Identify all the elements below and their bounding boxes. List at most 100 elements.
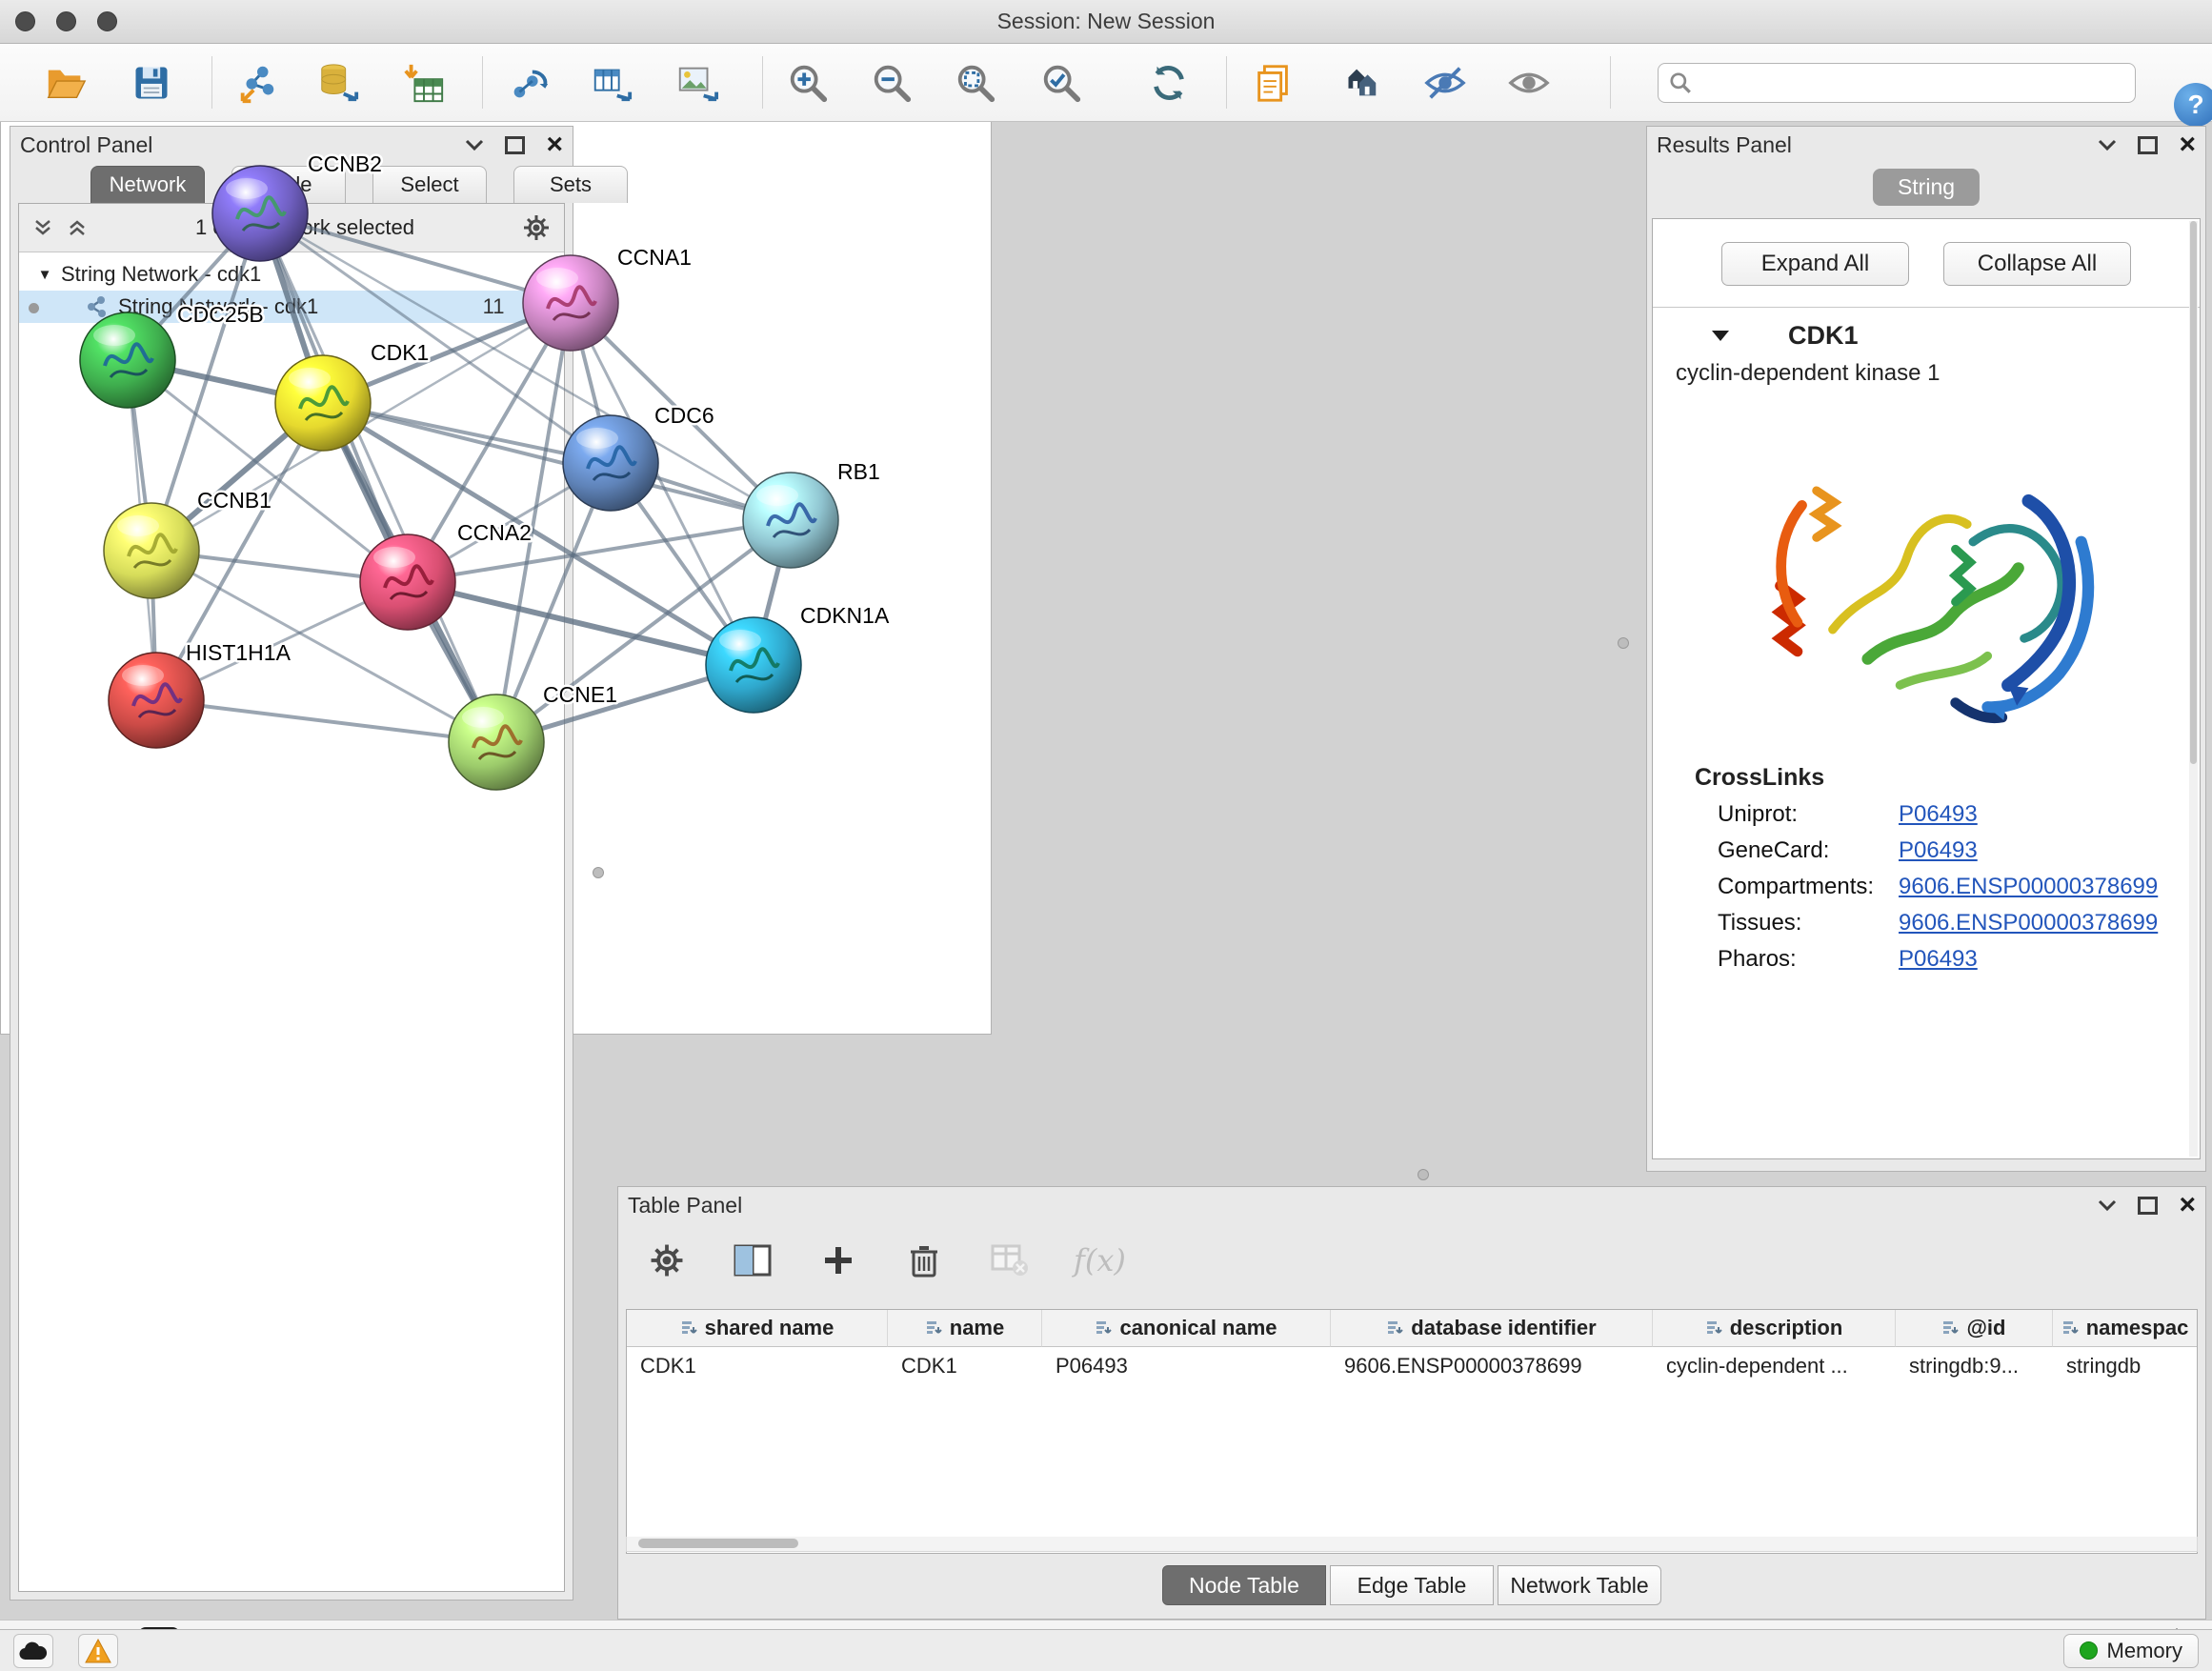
delete-table-icon[interactable] bbox=[988, 1238, 1032, 1282]
protein-section-expander-icon[interactable] bbox=[1710, 329, 1731, 344]
hide-selected-eye-slash-icon[interactable] bbox=[1418, 55, 1473, 111]
expand-all-button[interactable]: Expand All bbox=[1721, 242, 1909, 286]
node-table: shared name name canonical name database… bbox=[626, 1309, 2198, 1554]
column-header[interactable]: description bbox=[1653, 1310, 1896, 1347]
column-header[interactable]: shared name bbox=[627, 1310, 888, 1347]
search-input[interactable] bbox=[1700, 70, 2125, 96]
crosslink-link[interactable]: P06493 bbox=[1899, 837, 1978, 864]
crosslink-row: Pharos: P06493 bbox=[1653, 936, 2200, 973]
table-horizontal-scrollbar[interactable] bbox=[626, 1537, 2198, 1552]
crosslink-label: Pharos: bbox=[1718, 946, 1899, 973]
network-node-cdk1[interactable] bbox=[275, 355, 371, 451]
tab-network-table[interactable]: Network Table bbox=[1498, 1565, 1661, 1605]
help-icon[interactable]: ? bbox=[2174, 83, 2212, 127]
network-node-label: CCNA1 bbox=[617, 245, 692, 270]
network-node-ccnb1[interactable] bbox=[104, 503, 199, 598]
network-node-hist1h1a[interactable] bbox=[109, 653, 204, 748]
warning-icon[interactable] bbox=[78, 1634, 118, 1668]
table-cell[interactable]: P06493 bbox=[1042, 1347, 1331, 1385]
search-box[interactable] bbox=[1658, 63, 2136, 103]
table-cell[interactable]: CDK1 bbox=[888, 1347, 1042, 1385]
network-node-ccnb2[interactable] bbox=[212, 166, 308, 261]
network-node-label: HIST1H1A bbox=[186, 640, 292, 665]
sort-column-icon bbox=[2061, 1319, 2079, 1337]
column-header[interactable]: @id bbox=[1896, 1310, 2053, 1347]
table-panel-title: Table Panel bbox=[628, 1193, 742, 1218]
memory-status-dot bbox=[2080, 1641, 2098, 1660]
network-edge[interactable] bbox=[323, 403, 791, 520]
panel-menu-chevron-icon[interactable] bbox=[2098, 1198, 2117, 1212]
column-header[interactable]: canonical name bbox=[1042, 1310, 1331, 1347]
network-edge[interactable] bbox=[260, 213, 496, 742]
cloud-icon[interactable] bbox=[13, 1634, 53, 1668]
network-node-cdc6[interactable] bbox=[563, 415, 658, 511]
network-node-ccna1[interactable] bbox=[523, 255, 618, 351]
refresh-icon[interactable] bbox=[1141, 55, 1196, 111]
results-panel: Results Panel × String Expand All Collap… bbox=[1646, 126, 2206, 1172]
app-window: Session: New Session bbox=[0, 0, 2212, 1671]
network-node-ccne1[interactable] bbox=[449, 695, 544, 790]
vertical-splitter-handle[interactable] bbox=[593, 867, 604, 878]
network-node-rb1[interactable] bbox=[743, 473, 838, 568]
crosslink-link[interactable]: 9606.ENSP00000378699 bbox=[1899, 910, 2158, 936]
documents-icon[interactable] bbox=[1246, 55, 1301, 111]
table-cell[interactable]: stringdb bbox=[2053, 1347, 2197, 1385]
crosslink-link[interactable]: P06493 bbox=[1899, 946, 1978, 973]
tab-node-table[interactable]: Node Table bbox=[1162, 1565, 1326, 1605]
column-header[interactable]: name bbox=[888, 1310, 1042, 1347]
float-panel-icon[interactable] bbox=[2138, 1197, 2158, 1215]
minimize-window-button[interactable] bbox=[56, 11, 76, 31]
sort-column-icon bbox=[1386, 1319, 1403, 1337]
network-node-cdkn1a[interactable] bbox=[706, 617, 801, 713]
show-column-icon[interactable] bbox=[731, 1238, 774, 1282]
close-panel-icon[interactable]: × bbox=[2179, 1191, 2196, 1219]
network-node-label: CCNA2 bbox=[457, 520, 532, 545]
network-edge[interactable] bbox=[156, 700, 496, 742]
crosslink-link[interactable]: P06493 bbox=[1899, 801, 1978, 828]
float-panel-icon[interactable] bbox=[2138, 136, 2158, 154]
function-builder-fx-icon[interactable]: f(x) bbox=[1074, 1242, 1126, 1278]
string-results-tab[interactable]: String bbox=[1873, 169, 1980, 206]
protein-name: CDK1 bbox=[1788, 321, 1859, 351]
network-node-label: CDK1 bbox=[371, 340, 429, 365]
network-node-label: CCNE1 bbox=[543, 682, 617, 707]
status-bar: Memory bbox=[0, 1629, 2212, 1671]
vertical-splitter-handle[interactable] bbox=[1618, 637, 1629, 649]
memory-button[interactable]: Memory bbox=[2063, 1634, 2199, 1668]
network-node-label: CDC6 bbox=[654, 403, 714, 428]
horizontal-splitter-handle[interactable] bbox=[1418, 1169, 1429, 1180]
panel-menu-chevron-icon[interactable] bbox=[2098, 138, 2117, 151]
crosslink-link[interactable]: 9606.ENSP00000378699 bbox=[1899, 874, 2158, 900]
table-cell[interactable]: cyclin-dependent ... bbox=[1653, 1347, 1896, 1385]
table-cell[interactable]: 9606.ENSP00000378699 bbox=[1331, 1347, 1653, 1385]
results-scrollbar[interactable] bbox=[2189, 221, 2198, 1157]
crosslink-label: Tissues: bbox=[1718, 910, 1899, 936]
sort-column-icon bbox=[1095, 1319, 1112, 1337]
search-icon bbox=[1668, 70, 1693, 95]
table-cell[interactable]: stringdb:9... bbox=[1896, 1347, 2053, 1385]
home-icon[interactable] bbox=[1332, 55, 1387, 111]
delete-column-trash-icon[interactable] bbox=[902, 1238, 946, 1282]
network-edge[interactable] bbox=[260, 213, 571, 303]
network-canvas[interactable]: CCNB2CCNA1CDC25BCDK1CDC6RB1CCNB1CCNA2CDK… bbox=[0, 0, 990, 981]
create-column-plus-icon[interactable] bbox=[816, 1238, 860, 1282]
network-node-label: CCNB1 bbox=[197, 488, 271, 513]
collapse-all-button[interactable]: Collapse All bbox=[1943, 242, 2131, 286]
table-options-gear-icon[interactable] bbox=[645, 1238, 689, 1282]
column-header[interactable]: database identifier bbox=[1331, 1310, 1653, 1347]
network-view-panel: CCNB2CCNA1CDC25BCDK1CDC6RB1CCNB1CCNA2CDK… bbox=[0, 0, 992, 1035]
table-cell[interactable]: CDK1 bbox=[627, 1347, 888, 1385]
column-header[interactable]: namespac bbox=[2053, 1310, 2197, 1347]
close-panel-icon[interactable]: × bbox=[2179, 131, 2196, 159]
crosslink-row: Uniprot: P06493 bbox=[1653, 792, 2200, 828]
network-node-ccna2[interactable] bbox=[360, 534, 455, 630]
tab-edge-table[interactable]: Edge Table bbox=[1330, 1565, 1494, 1605]
protein-description: cyclin-dependent kinase 1 bbox=[1653, 354, 2200, 387]
network-node-cdc25b[interactable] bbox=[80, 312, 175, 408]
show-eye-icon[interactable] bbox=[1501, 55, 1557, 111]
sort-column-icon bbox=[1941, 1319, 1959, 1337]
crosslink-row: Tissues: 9606.ENSP00000378699 bbox=[1653, 900, 2200, 936]
zoom-selected-icon[interactable] bbox=[1034, 55, 1089, 111]
close-window-button[interactable] bbox=[15, 11, 35, 31]
zoom-window-button[interactable] bbox=[97, 11, 117, 31]
